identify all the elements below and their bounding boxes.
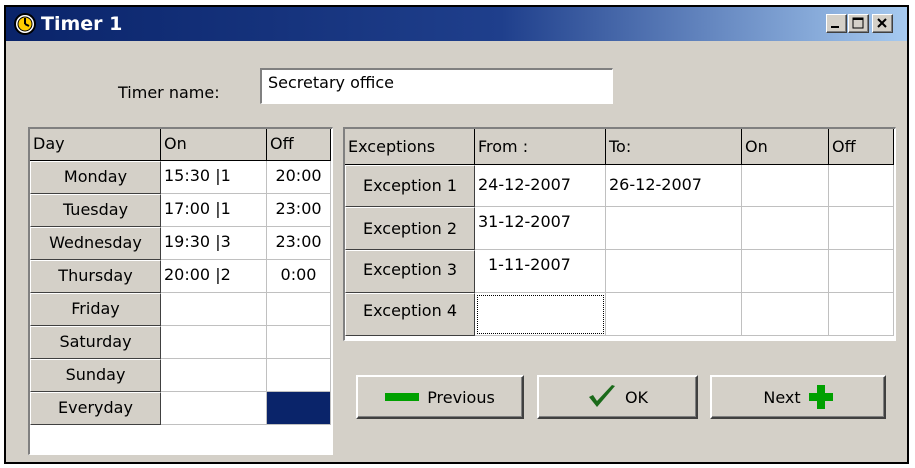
exception-button-1[interactable]: Exception 1 <box>345 165 475 207</box>
day-button-friday[interactable]: Friday <box>30 293 161 326</box>
everyday-off-cell-selected[interactable] <box>267 392 331 425</box>
day-button-tuesday[interactable]: Tuesday <box>30 194 161 227</box>
days-header-off[interactable]: Off <box>267 129 331 161</box>
minimize-button[interactable] <box>826 14 847 33</box>
days-table: Day On Off Monday 15:30 |1 20:00 Tuesday… <box>28 127 333 455</box>
day-button-thursday[interactable]: Thursday <box>30 260 161 293</box>
exception-3-to-cell[interactable] <box>606 250 742 293</box>
exception-3-off-cell[interactable] <box>829 250 894 293</box>
exception-3-on-cell[interactable] <box>742 250 829 293</box>
tuesday-on-cell[interactable]: 17:00 |1 <box>161 194 267 227</box>
timer-name-label: Timer name: <box>118 83 220 102</box>
window-title: Timer 1 <box>41 13 123 35</box>
sunday-off-cell[interactable] <box>267 359 331 392</box>
saturday-off-cell[interactable] <box>267 326 331 359</box>
minus-icon <box>385 393 420 401</box>
exception-button-4[interactable]: Exception 4 <box>345 293 475 336</box>
maximize-icon <box>852 17 864 29</box>
minimize-icon <box>831 26 839 28</box>
exception-2-off-cell[interactable] <box>829 207 894 250</box>
exception-2-from-cell[interactable]: 31-12-2007 <box>475 207 606 250</box>
exception-3-from-cell[interactable]: 1-11-2007 <box>475 250 606 293</box>
maximize-button[interactable] <box>848 14 869 33</box>
exception-2-to-cell[interactable] <box>606 207 742 250</box>
exception-button-2[interactable]: Exception 2 <box>345 207 475 250</box>
close-icon <box>877 18 887 28</box>
exceptions-header-on[interactable]: On <box>742 129 829 165</box>
exceptions-header-from[interactable]: From : <box>475 129 606 165</box>
exception-4-to-cell[interactable] <box>606 293 742 336</box>
monday-on-cell[interactable]: 15:30 |1 <box>161 161 267 194</box>
exception-4-on-cell[interactable] <box>742 293 829 336</box>
thursday-on-cell[interactable]: 20:00 |2 <box>161 260 267 293</box>
ok-button[interactable]: OK <box>537 375 698 419</box>
clock-icon <box>14 13 36 35</box>
exception-1-to-cell[interactable]: 26-12-2007 <box>606 165 742 207</box>
checkmark-icon <box>588 385 615 407</box>
monday-off-cell[interactable]: 20:00 <box>267 161 331 194</box>
exception-1-on-cell[interactable] <box>742 165 829 207</box>
sunday-on-cell[interactable] <box>161 359 267 392</box>
everyday-on-cell[interactable] <box>161 392 267 425</box>
ok-button-label: OK <box>624 387 649 407</box>
timer-name-input[interactable]: Secretary office <box>260 68 613 104</box>
exception-2-on-cell[interactable] <box>742 207 829 250</box>
thursday-off-cell[interactable]: 0:00 <box>267 260 331 293</box>
previous-button[interactable]: Previous <box>356 375 524 419</box>
next-button-label: Next <box>763 387 801 407</box>
previous-button-label: Previous <box>427 387 495 407</box>
exception-4-off-cell[interactable] <box>829 293 894 336</box>
exceptions-header-name[interactable]: Exceptions <box>345 129 475 165</box>
exceptions-table: Exceptions From : To: On Off Exception 1… <box>343 127 896 341</box>
wednesday-off-cell[interactable]: 23:00 <box>267 227 331 260</box>
day-button-wednesday[interactable]: Wednesday <box>30 227 161 260</box>
friday-off-cell[interactable] <box>267 293 331 326</box>
saturday-on-cell[interactable] <box>161 326 267 359</box>
friday-on-cell[interactable] <box>161 293 267 326</box>
day-button-monday[interactable]: Monday <box>30 161 161 194</box>
days-header-on[interactable]: On <box>161 129 267 161</box>
exceptions-header-to[interactable]: To: <box>606 129 742 165</box>
day-button-saturday[interactable]: Saturday <box>30 326 161 359</box>
day-button-everyday[interactable]: Everyday <box>30 392 161 425</box>
title-bar[interactable]: Timer 1 <box>6 7 907 41</box>
close-button[interactable] <box>872 14 893 33</box>
next-button[interactable]: Next <box>710 375 886 419</box>
exception-1-from-cell[interactable]: 24-12-2007 <box>475 165 606 207</box>
exception-4-from-cell-focused[interactable] <box>475 293 606 336</box>
exception-1-off-cell[interactable] <box>829 165 894 207</box>
plus-icon <box>808 385 833 409</box>
exceptions-header-off[interactable]: Off <box>829 129 894 165</box>
day-button-sunday[interactable]: Sunday <box>30 359 161 392</box>
wednesday-on-cell[interactable]: 19:30 |3 <box>161 227 267 260</box>
timer-window: Timer 1 Timer name: Secretary office Day… <box>4 5 909 464</box>
days-header-day[interactable]: Day <box>30 129 161 161</box>
tuesday-off-cell[interactable]: 23:00 <box>267 194 331 227</box>
exception-button-3[interactable]: Exception 3 <box>345 250 475 293</box>
